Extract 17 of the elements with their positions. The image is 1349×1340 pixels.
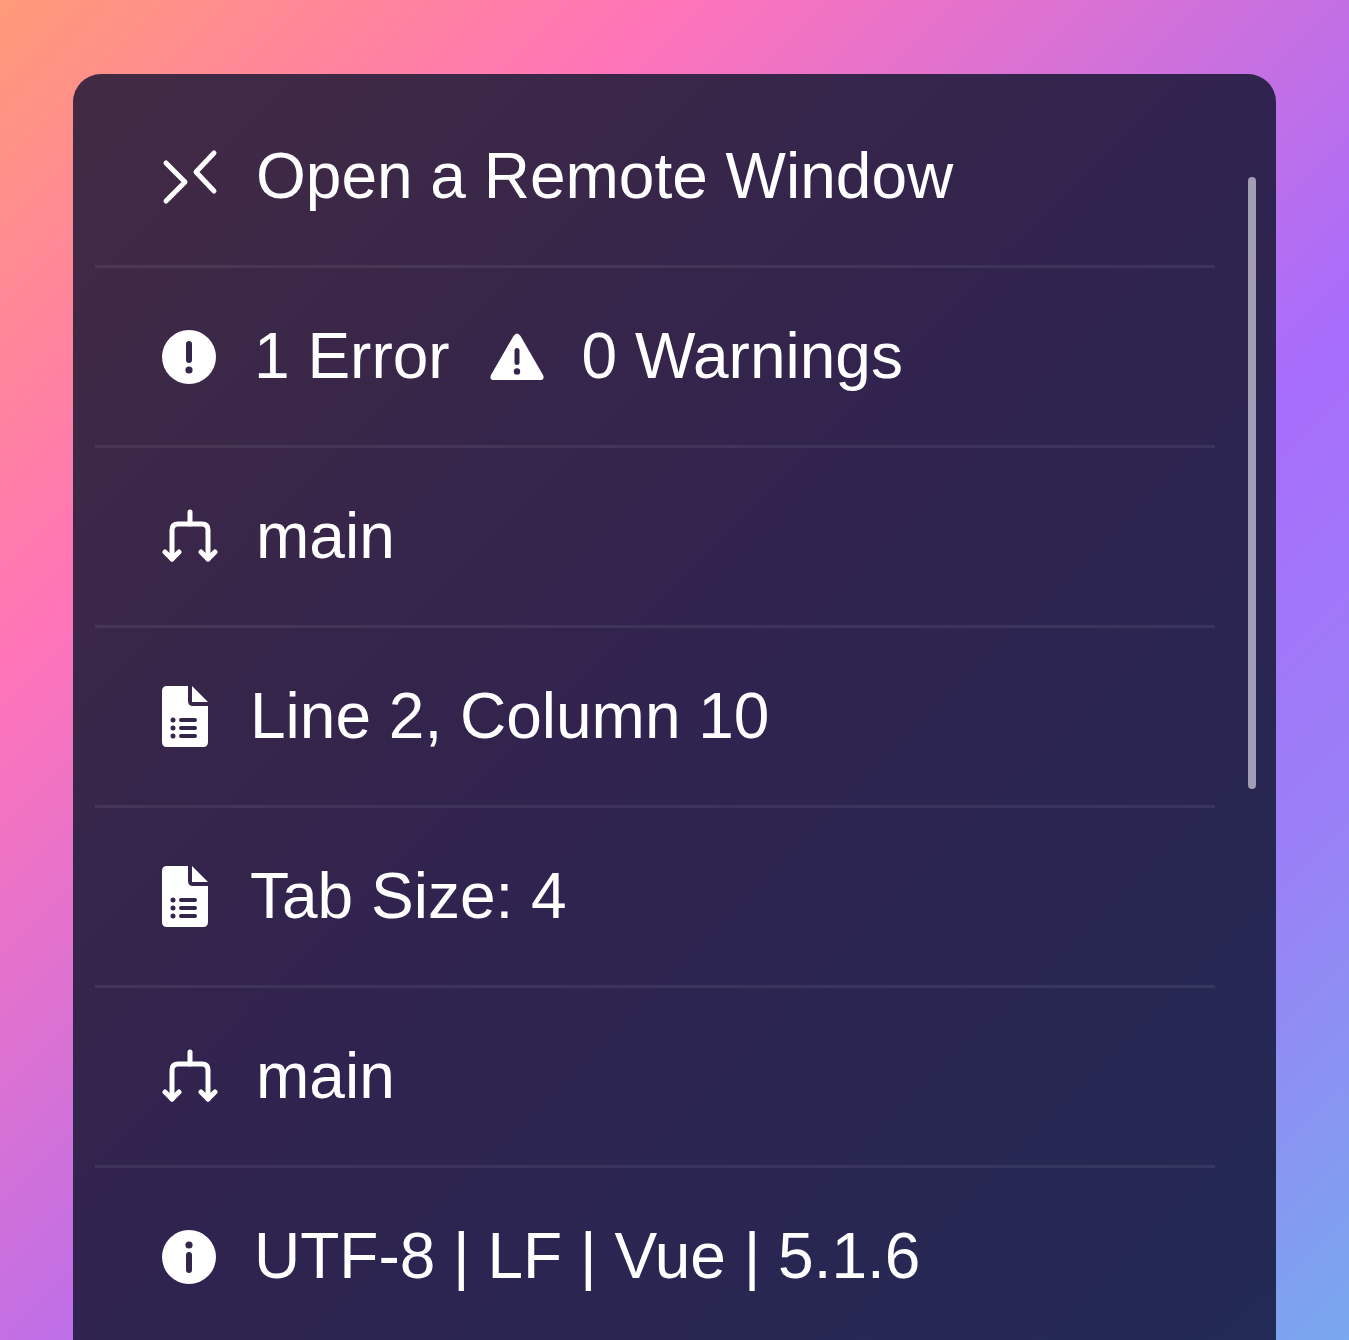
error-icon	[162, 329, 216, 384]
scrollbar-thumb[interactable]	[1248, 177, 1256, 789]
branch-button[interactable]: main	[162, 499, 395, 574]
file-status-button[interactable]: Tab Size: 4	[162, 859, 567, 934]
warnings-button[interactable]: 0 Warnings	[489, 319, 903, 394]
info-icon	[162, 1229, 216, 1284]
remote-button[interactable]: Open a Remote Window	[162, 139, 954, 214]
angle-brackets-icon	[162, 148, 218, 205]
file-status-button[interactable]: Line 2, Column 10	[162, 679, 770, 754]
document-icon	[162, 866, 208, 927]
document-icon	[162, 686, 208, 747]
branch-button[interactable]: main	[162, 1039, 395, 1114]
errors-button[interactable]: 1 Error	[162, 319, 450, 394]
fork-arrows-icon	[162, 1048, 218, 1105]
warning-icon	[489, 332, 544, 381]
info-status-button[interactable]: UTF-8 | LF | Vue | 5.1.6	[162, 1219, 921, 1294]
fork-arrows-icon	[162, 508, 218, 565]
